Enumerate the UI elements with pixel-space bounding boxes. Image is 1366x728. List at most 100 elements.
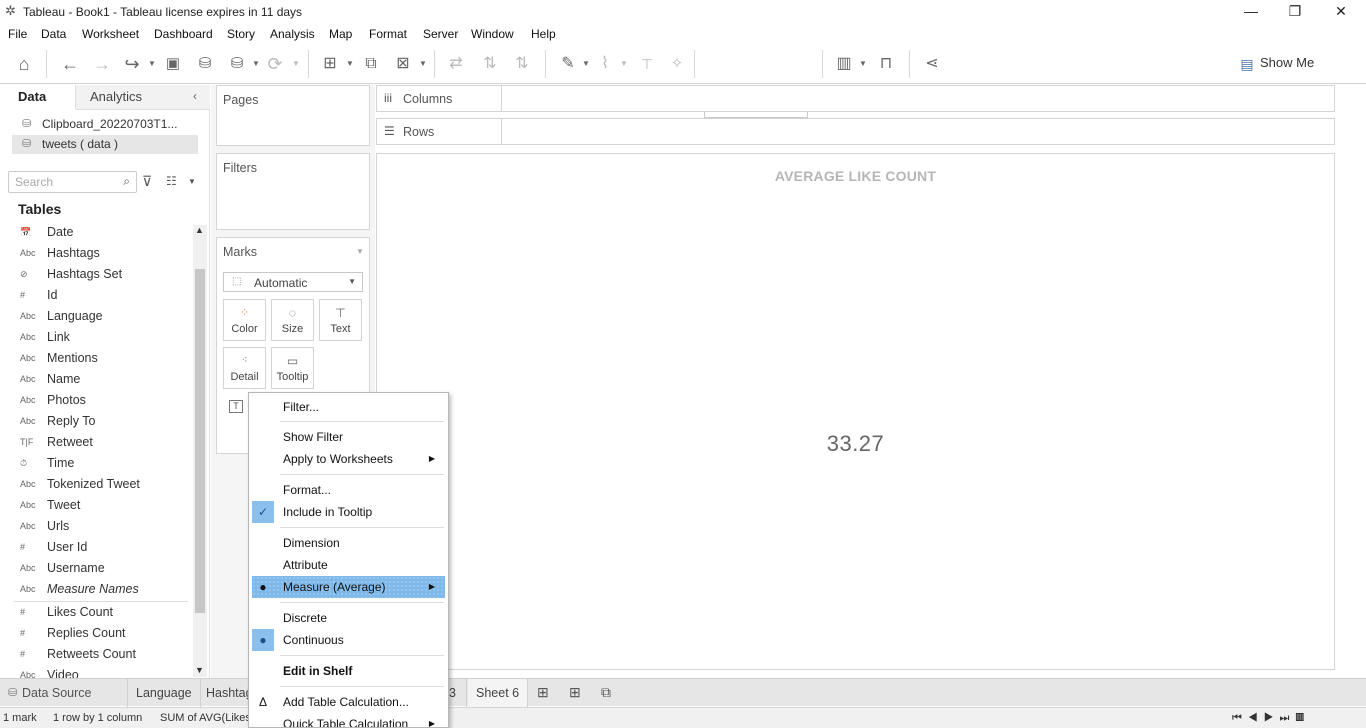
menu-item-apply-to-worksheets[interactable]: Apply to Worksheets ▶ bbox=[252, 448, 445, 470]
highlight-icon[interactable]: ✎ bbox=[556, 52, 580, 76]
detail-button[interactable]: ⁖ Detail bbox=[223, 347, 266, 389]
field-language[interactable]: Abc Language bbox=[0, 306, 192, 327]
minimize-button[interactable]: — bbox=[1228, 0, 1274, 24]
pin-icon[interactable]: ✧ bbox=[666, 52, 688, 76]
datasource-tweets[interactable]: ⛁ tweets ( data ) bbox=[12, 135, 198, 154]
replay-icon[interactable]: ↪ bbox=[120, 52, 144, 76]
chevron-down-icon[interactable]: ▼ bbox=[346, 52, 354, 76]
menu-item-include-tooltip[interactable]: ✓ Include in Tooltip bbox=[252, 501, 445, 523]
menu-item-filter[interactable]: Filter... bbox=[252, 396, 445, 418]
menu-item-measure-average[interactable]: ● Measure (Average) ▶ bbox=[252, 576, 445, 598]
chevron-down-icon[interactable]: ▼ bbox=[148, 52, 156, 76]
view-value[interactable]: 33.27 bbox=[377, 431, 1334, 457]
pages-card[interactable]: Pages bbox=[216, 85, 370, 146]
mark-type-select[interactable]: ⬚ Automatic ▼ bbox=[223, 272, 363, 292]
scroll-down-icon[interactable]: ▼ bbox=[195, 665, 204, 675]
field-reply-to[interactable]: Abc Reply To bbox=[0, 411, 192, 432]
presentation-icon[interactable]: ⊓ bbox=[874, 52, 898, 76]
filter-icon[interactable]: ⊽ bbox=[142, 173, 152, 190]
scroll-up-icon[interactable]: ▲ bbox=[195, 225, 204, 235]
menu-item-attribute[interactable]: Attribute bbox=[252, 554, 445, 576]
datasource-clipboard[interactable]: ⛁ Clipboard_20220703T1... bbox=[12, 115, 198, 134]
field-likes-count[interactable]: # Likes Count bbox=[0, 602, 192, 623]
text-pill-icon[interactable]: T bbox=[229, 400, 243, 413]
field-retweet[interactable]: T|F Retweet bbox=[0, 432, 192, 453]
field-tweet[interactable]: Abc Tweet bbox=[0, 495, 192, 516]
menu-analysis[interactable]: Analysis bbox=[270, 27, 315, 41]
field-mentions[interactable]: Abc Mentions bbox=[0, 348, 192, 369]
new-story-icon[interactable]: ⧉ bbox=[601, 684, 611, 701]
view-canvas[interactable]: AVERAGE LIKE COUNT 33.27 bbox=[376, 153, 1335, 670]
field-user-id[interactable]: # User Id bbox=[0, 537, 192, 558]
tab-language[interactable]: Language bbox=[128, 679, 201, 707]
view-list-icon[interactable]: ☷ bbox=[166, 174, 177, 188]
save-icon[interactable]: ▣ bbox=[162, 52, 184, 76]
group-icon[interactable]: ⌇ bbox=[594, 52, 616, 76]
undo-icon[interactable]: ← bbox=[58, 52, 82, 76]
field-date[interactable]: 📅 Date bbox=[0, 222, 192, 243]
menu-item-add-table-calculation[interactable]: Δ Add Table Calculation... bbox=[252, 691, 445, 713]
menu-data[interactable]: Data bbox=[41, 27, 66, 41]
color-button[interactable]: ⁘ Color bbox=[223, 299, 266, 341]
field-tokenized-tweet[interactable]: Abc Tokenized Tweet bbox=[0, 474, 192, 495]
close-button[interactable]: ✕ bbox=[1318, 0, 1364, 24]
show-cards-icon[interactable]: ▥ bbox=[832, 52, 856, 76]
field-search-input[interactable]: Search ⌕ bbox=[8, 171, 137, 193]
share-icon[interactable]: ⋖ bbox=[920, 52, 944, 76]
duplicate-sheet-icon[interactable]: ⧉ bbox=[359, 52, 383, 76]
scrollbar-thumb[interactable] bbox=[195, 269, 205, 613]
redo-icon[interactable]: → bbox=[90, 52, 114, 76]
field-hashtags-set[interactable]: ⊘ Hashtags Set bbox=[0, 264, 192, 285]
columns-shelf[interactable]: iii Columns bbox=[376, 85, 1335, 112]
menu-dashboard[interactable]: Dashboard bbox=[154, 27, 213, 41]
menu-item-discrete[interactable]: Discrete bbox=[252, 607, 445, 629]
new-worksheet-icon[interactable]: ⊞ bbox=[318, 52, 342, 76]
field-hashtags[interactable]: Abc Hashtags bbox=[0, 243, 192, 264]
menu-format[interactable]: Format bbox=[369, 27, 407, 41]
menu-item-dimension[interactable]: Dimension bbox=[252, 532, 445, 554]
menu-item-continuous[interactable]: ● Continuous bbox=[252, 629, 445, 651]
menu-window[interactable]: Window bbox=[471, 27, 514, 41]
pause-updates-icon[interactable]: ⛁ bbox=[226, 52, 248, 76]
chevron-down-icon[interactable]: ▼ bbox=[292, 52, 300, 76]
menu-help[interactable]: Help bbox=[531, 27, 556, 41]
chevron-down-icon[interactable]: ▼ bbox=[188, 177, 196, 186]
clear-sheet-icon[interactable]: ⊠ bbox=[391, 52, 415, 76]
sort-ascending-icon[interactable]: ⇅ bbox=[478, 52, 502, 76]
field-time[interactable]: ⏱ Time bbox=[0, 453, 192, 474]
field-urls[interactable]: Abc Urls bbox=[0, 516, 192, 537]
refresh-icon[interactable]: ⟳ bbox=[264, 52, 286, 76]
sheet-navigation-icon[interactable]: ⏮◀▶⏭▦ bbox=[1232, 712, 1310, 725]
restore-button[interactable]: ❐ bbox=[1272, 0, 1318, 24]
tab-data[interactable]: Data bbox=[0, 85, 76, 110]
new-datasource-icon[interactable]: ⛁ bbox=[194, 52, 216, 76]
field-name[interactable]: Abc Name bbox=[0, 369, 192, 390]
show-me-button[interactable]: Show Me bbox=[1260, 55, 1314, 70]
tooltip-button[interactable]: ▭ Tooltip bbox=[271, 347, 314, 389]
size-button[interactable]: ◌ Size bbox=[271, 299, 314, 341]
new-worksheet-icon[interactable]: ⊞ bbox=[537, 684, 549, 701]
menu-file[interactable]: File bbox=[8, 27, 27, 41]
menu-worksheet[interactable]: Worksheet bbox=[82, 27, 139, 41]
labels-icon[interactable]: ⊤ bbox=[636, 52, 658, 76]
menu-item-show-filter[interactable]: Show Filter bbox=[252, 426, 445, 448]
chevron-down-icon[interactable]: ▼ bbox=[252, 52, 260, 76]
field-replies-count[interactable]: # Replies Count bbox=[0, 623, 192, 644]
field-retweets-count[interactable]: # Retweets Count bbox=[0, 644, 192, 665]
menu-story[interactable]: Story bbox=[227, 27, 255, 41]
field-list-scrollbar[interactable]: ▲ ▼ bbox=[193, 225, 207, 677]
collapse-pane-icon[interactable]: ‹ bbox=[193, 89, 197, 103]
new-dashboard-icon[interactable]: ⊞ bbox=[569, 684, 581, 701]
menu-item-format[interactable]: Format... bbox=[252, 479, 445, 501]
menu-map[interactable]: Map bbox=[329, 27, 352, 41]
swap-icon[interactable]: ⇄ bbox=[444, 52, 468, 76]
field-photos[interactable]: Abc Photos bbox=[0, 390, 192, 411]
sort-descending-icon[interactable]: ⇅ bbox=[510, 52, 534, 76]
menu-item-quick-table-calculation[interactable]: Quick Table Calculation ▶ bbox=[252, 713, 445, 727]
menu-item-edit-in-shelf[interactable]: Edit in Shelf bbox=[252, 660, 445, 682]
field-username[interactable]: Abc Username bbox=[0, 558, 192, 579]
field-measure-names[interactable]: Abc Measure Names bbox=[0, 579, 192, 600]
home-icon[interactable]: ⌂ bbox=[12, 52, 36, 76]
tab-sheet-6[interactable]: Sheet 6 bbox=[468, 679, 529, 707]
menu-server[interactable]: Server bbox=[423, 27, 458, 41]
